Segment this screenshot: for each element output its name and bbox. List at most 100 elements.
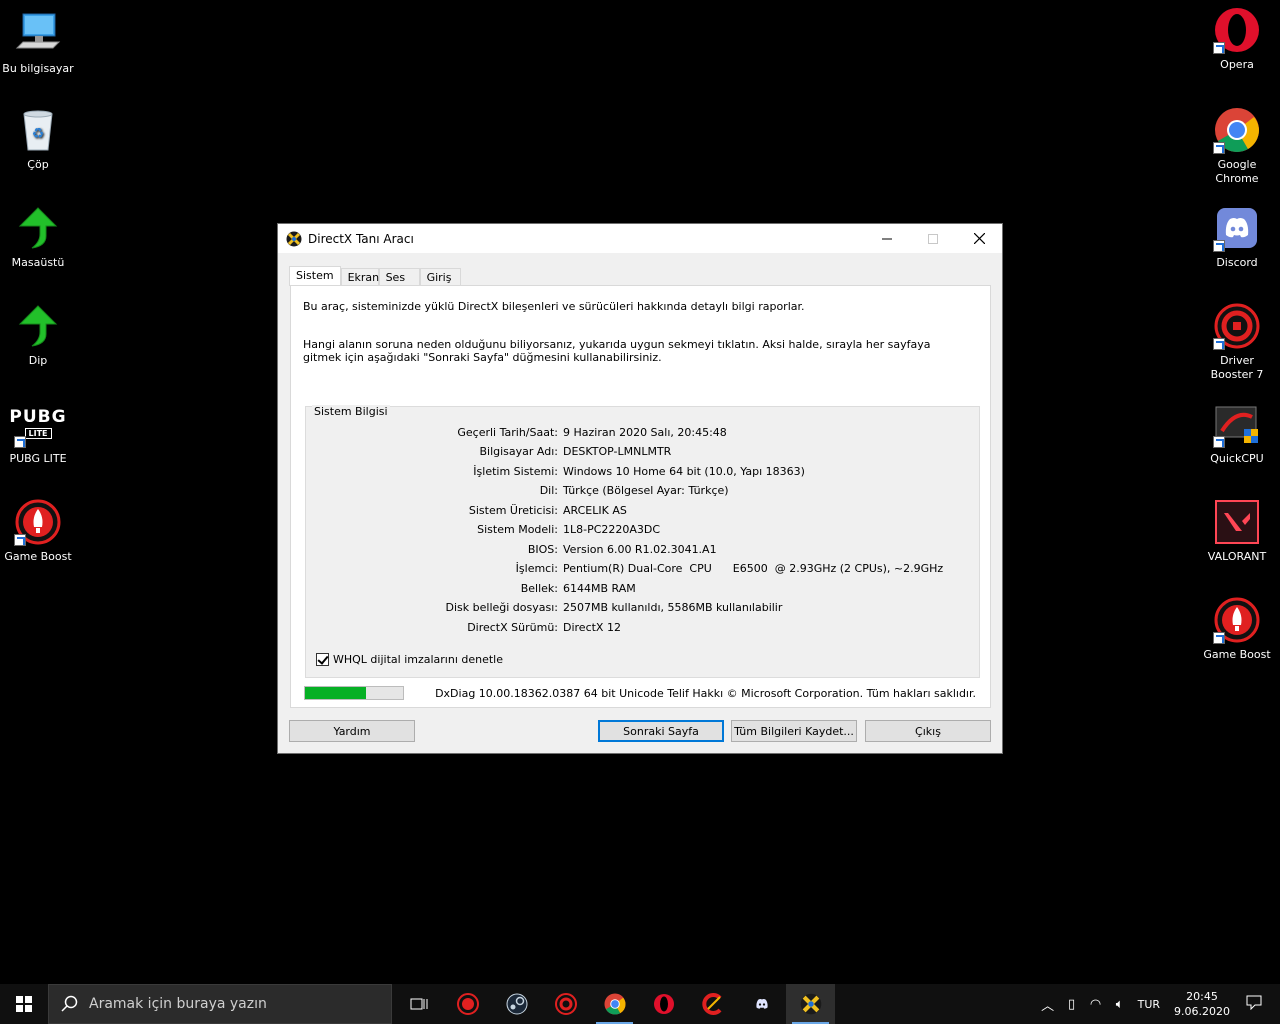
- desktop-icon-chrome[interactable]: Google Chrome: [1199, 106, 1275, 186]
- recycle-bin-icon: ♻: [14, 106, 62, 154]
- steam-icon: [506, 993, 527, 1015]
- discord-icon: [755, 999, 768, 1009]
- taskbar-opera[interactable]: [639, 984, 688, 1024]
- minimize-button[interactable]: [864, 224, 910, 253]
- desktop-icon-label: Dip: [28, 354, 48, 367]
- tab-sistem[interactable]: Sistem: [289, 266, 341, 286]
- whql-checkbox[interactable]: [316, 653, 329, 666]
- desktop-icon-game-boost-left[interactable]: Game Boost: [0, 498, 76, 564]
- usb-device-icon[interactable]: ▯: [1060, 997, 1084, 1012]
- desktop-icon-label: Google Chrome: [1215, 158, 1259, 185]
- shortcut-arrow-icon: [1213, 240, 1225, 252]
- driver-booster-icon: [1213, 302, 1261, 350]
- intro-text: Bu araç, sisteminizde yüklü DirectX bile…: [303, 300, 805, 313]
- tab-ses[interactable]: Ses: [378, 268, 420, 286]
- shortcut-arrow-icon: [1213, 42, 1225, 54]
- taskbar-discord[interactable]: [737, 984, 786, 1024]
- clock-time: 20:45: [1186, 990, 1218, 1003]
- chevron-up-icon[interactable]: ︿: [1036, 995, 1060, 1014]
- desktop-icon-label: Discord: [1216, 256, 1258, 269]
- desktop-icon-recycle-bin[interactable]: ♻ Çöp: [0, 106, 76, 172]
- taskbar-dxdiag[interactable]: [786, 984, 835, 1024]
- info-row: Bellek: 6144MB RAM: [306, 582, 981, 596]
- search-box[interactable]: Aramak için buraya yazın: [48, 984, 392, 1024]
- tab-ekran[interactable]: Ekran: [340, 268, 379, 286]
- desktop-icon-dip[interactable]: Dip: [0, 302, 76, 368]
- window-titlebar[interactable]: DirectX Tanı Aracı: [278, 224, 1002, 253]
- start-button[interactable]: [0, 984, 48, 1024]
- info-row: Disk belleği dosyası: 2507MB kullanıldı, …: [306, 601, 981, 615]
- language-indicator[interactable]: TUR: [1138, 998, 1160, 1011]
- desktop-icon-driver-booster[interactable]: Driver Booster 7: [1199, 302, 1275, 382]
- info-value: 6144MB RAM: [563, 582, 636, 595]
- opera-icon: [1213, 6, 1261, 54]
- clock-date: 9.06.2020: [1174, 1005, 1230, 1018]
- system-info-group: Sistem Bilgisi Geçerli Tarih/Saat: 9 Hazi…: [305, 405, 981, 678]
- whql-checkbox-row[interactable]: WHQL dijital imzalarını denetle: [316, 653, 503, 666]
- info-row: Sistem Modeli: 1L8-PC2220A3DC: [306, 523, 981, 537]
- exit-button[interactable]: Çıkış: [865, 720, 991, 742]
- whql-checkbox-label: WHQL dijital imzalarını denetle: [333, 653, 504, 666]
- progress-fill: [305, 687, 366, 699]
- info-value: 9 Haziran 2020 Salı, 20:45:48: [563, 426, 727, 439]
- rocket-icon: [1213, 596, 1261, 644]
- rocket-icon: [456, 993, 479, 1015]
- desktop-icon-opera[interactable]: Opera: [1199, 6, 1275, 72]
- desktop-icon-desktop[interactable]: Masaüstü: [0, 204, 76, 270]
- close-button[interactable]: [956, 224, 1002, 253]
- volume-icon[interactable]: 🔈︎: [1108, 997, 1132, 1012]
- taskbar-driver-booster[interactable]: [541, 984, 590, 1024]
- window-title: DirectX Tanı Aracı: [308, 231, 414, 246]
- info-value: Pentium(R) Dual-Core CPU E6500 @ 2.93GHz…: [563, 562, 944, 575]
- info-row: BIOS: Version 6.00 R1.02.3041.A1: [306, 543, 981, 557]
- help-button[interactable]: Yardım: [289, 720, 415, 742]
- info-row: Dil: Türkçe (Bölgesel Ayar: Türkçe): [306, 484, 981, 498]
- notification-icon[interactable]: [1242, 994, 1266, 1014]
- info-value: Türkçe (Bölgesel Ayar: Türkçe): [563, 484, 729, 497]
- info-label: Bellek:: [520, 582, 558, 595]
- taskbar-steam[interactable]: [492, 984, 541, 1024]
- desktop-icon-label: Bu bilgisayar: [2, 62, 74, 75]
- info-row: Geçerli Tarih/Saat: 9 Haziran 2020 Salı, …: [306, 426, 981, 440]
- wifi-icon[interactable]: ◠: [1084, 997, 1108, 1012]
- taskbar-ccleaner[interactable]: [688, 984, 737, 1024]
- maximize-icon: [928, 233, 938, 244]
- chrome-icon: [603, 993, 626, 1015]
- search-placeholder: Aramak için buraya yazın: [89, 996, 267, 1012]
- computer-icon: [14, 10, 62, 58]
- tab-strip: Sistem Ekran Ses Giriş: [289, 266, 461, 286]
- directx-icon: [286, 231, 302, 246]
- info-value: ARCELIK AS: [563, 504, 627, 517]
- desktop-icon-game-boost-right[interactable]: Game Boost: [1199, 596, 1275, 662]
- search-icon: [61, 995, 78, 1012]
- pubg-logo-text: PUBG: [9, 407, 67, 427]
- opera-icon: [653, 994, 674, 1014]
- task-view-icon: [410, 998, 427, 1010]
- close-icon: [973, 233, 985, 244]
- save-all-info-button[interactable]: Tüm Bilgileri Kaydet...: [731, 720, 857, 742]
- taskbar-chrome[interactable]: [590, 984, 639, 1024]
- desktop-icon-label: Çöp: [27, 158, 49, 171]
- clock[interactable]: 20:45 9.06.2020: [1174, 989, 1230, 1019]
- desktop-icon-label: Opera: [1220, 58, 1254, 71]
- tab-giris[interactable]: Giriş: [419, 268, 461, 286]
- green-arrow-up-icon: [14, 204, 62, 252]
- desktop-icon-pubg-lite[interactable]: PUBG LITE PUBG LITE: [0, 400, 76, 466]
- desktop-icon-this-pc[interactable]: Bu bilgisayar: [0, 10, 76, 76]
- notification-center-icon: [1246, 995, 1262, 1011]
- info-value: Version 6.00 R1.02.3041.A1: [563, 543, 717, 556]
- task-view-button[interactable]: [394, 984, 443, 1024]
- pubg-logo-sub: LITE: [24, 428, 52, 439]
- info-row: Bilgisayar Adı: DESKTOP-LMNLMTR: [306, 445, 981, 459]
- info-value: Windows 10 Home 64 bit (10.0, Yapı 18363…: [563, 465, 805, 478]
- info-label: İşlemci:: [515, 562, 558, 575]
- info-row: İşletim Sistemi: Windows 10 Home 64 bit (…: [306, 465, 981, 479]
- desktop-icon-quickcpu[interactable]: QuickCPU: [1199, 400, 1275, 466]
- chrome-icon: [1213, 106, 1261, 154]
- taskbar-game-boost[interactable]: [443, 984, 492, 1024]
- info-label: Bilgisayar Adı:: [479, 445, 558, 458]
- info-label: Geçerli Tarih/Saat:: [457, 426, 558, 439]
- desktop-icon-discord[interactable]: Discord: [1199, 204, 1275, 270]
- desktop-icon-valorant[interactable]: VALORANT: [1199, 498, 1275, 564]
- next-page-button[interactable]: Sonraki Sayfa: [598, 720, 724, 742]
